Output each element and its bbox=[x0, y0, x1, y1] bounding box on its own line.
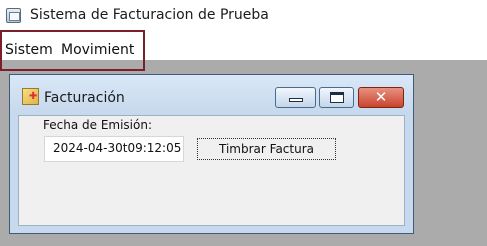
window-titlebar[interactable]: Facturación ✕ bbox=[10, 75, 413, 115]
fecha-emision-label: Fecha de Emisión: bbox=[43, 118, 152, 132]
menu-item-movimientos[interactable]: Movimient bbox=[61, 42, 134, 58]
app-titlebar: Sistema de Facturacion de Prueba bbox=[0, 0, 487, 32]
window-title: Facturación bbox=[44, 90, 125, 106]
facturacion-window: Facturación ✕ Fecha de Emisión: 2024-04-… bbox=[9, 74, 414, 234]
app-window-icon bbox=[6, 8, 21, 23]
minimize-icon bbox=[288, 97, 303, 102]
fecha-emision-field[interactable]: 2024-04-30t09:12:05 bbox=[44, 136, 184, 162]
minimize-button[interactable] bbox=[275, 87, 316, 108]
maximize-icon bbox=[329, 92, 344, 103]
close-icon: ✕ bbox=[374, 88, 388, 106]
invoice-icon bbox=[22, 88, 39, 105]
window-client-area: Fecha de Emisión: 2024-04-30t09:12:05 Ti… bbox=[18, 115, 405, 226]
maximize-button[interactable] bbox=[319, 87, 354, 108]
timbrar-factura-button[interactable]: Timbrar Factura bbox=[197, 138, 336, 160]
app-title: Sistema de Facturacion de Prueba bbox=[30, 7, 269, 23]
menu-item-sistema[interactable]: Sistem bbox=[5, 42, 53, 58]
close-button[interactable]: ✕ bbox=[358, 87, 404, 108]
